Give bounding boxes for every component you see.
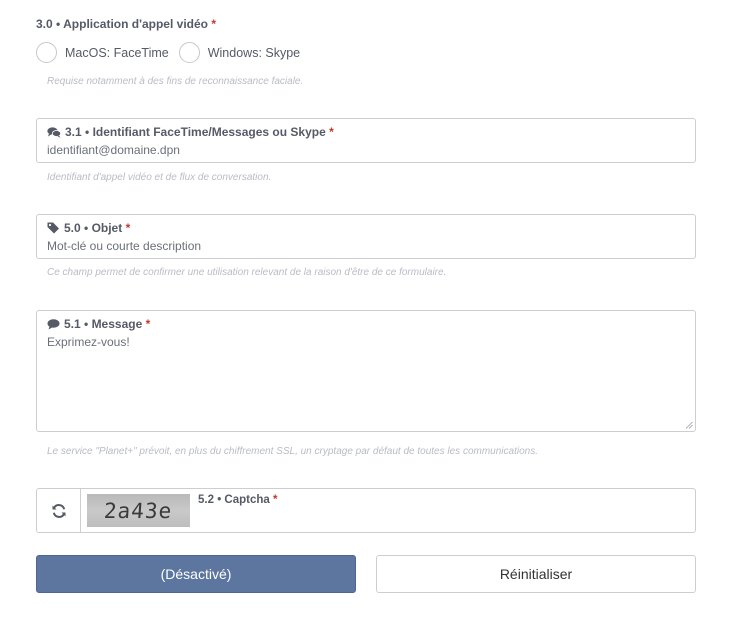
radio-skype-circle[interactable]: [178, 42, 200, 63]
identifier-label: 3.1 • Identifiant FaceTime/Messages ou S…: [47, 125, 334, 139]
video-app-help: Requise notamment à des fins de reconnai…: [47, 76, 304, 87]
message-label: 5.1 • Message *: [47, 317, 150, 331]
radio-facetime-label[interactable]: MacOS: FaceTime: [65, 46, 169, 60]
required-mark: *: [211, 17, 217, 31]
comment-icon: [47, 318, 60, 329]
identifier-help: Identifiant d'appel vidéo et de flux de …: [47, 172, 272, 183]
radio-facetime[interactable]: MacOS: FaceTime: [36, 42, 169, 63]
required-mark: *: [329, 125, 334, 139]
subject-label-text: Objet: [91, 221, 123, 235]
captcha-label: 5.2 • Captcha *: [198, 494, 278, 506]
identifier-label-text: Identifiant FaceTime/Messages ou Skype: [92, 125, 326, 139]
message-number: 5.1: [64, 317, 81, 331]
identifier-input[interactable]: identifiant@domaine.dpn: [47, 143, 180, 157]
radio-facetime-circle[interactable]: [36, 42, 57, 63]
subject-field[interactable]: 5.0 • Objet * Mot-clé ou courte descript…: [36, 214, 696, 259]
required-mark: *: [273, 494, 278, 506]
message-field[interactable]: 5.1 • Message * Exprimez-vous!: [36, 310, 696, 432]
captcha-image: 2a43e: [87, 494, 190, 527]
message-help: Le service "Planet+" prévoit, en plus du…: [47, 446, 538, 457]
subject-input[interactable]: Mot-clé ou courte description: [47, 239, 201, 253]
tag-icon: [47, 222, 59, 234]
required-mark: *: [125, 221, 131, 235]
radio-skype-label[interactable]: Windows: Skype: [208, 46, 300, 60]
required-mark: *: [145, 317, 151, 331]
reset-button[interactable]: Réinitialiser: [376, 555, 696, 593]
video-app-label: 3.0 • Application d'appel vidéo *: [36, 17, 217, 31]
subject-number: 5.0: [64, 221, 81, 235]
resize-grip-icon[interactable]: [685, 421, 693, 429]
subject-label: 5.0 • Objet *: [47, 221, 130, 235]
message-textarea[interactable]: Exprimez-vous!: [47, 335, 130, 349]
submit-button[interactable]: (Désactivé): [36, 555, 356, 593]
video-app-options: MacOS: FaceTime Windows: Skype: [36, 42, 310, 63]
captcha-number: 5.2: [198, 494, 214, 506]
captcha-label-text: Captcha: [224, 494, 270, 506]
comments-icon: [47, 126, 61, 138]
subject-help: Ce champ permet de confirmer une utilisa…: [47, 267, 447, 278]
video-app-label-text: Application d'appel vidéo: [63, 17, 208, 31]
captcha-field: 2a43e 5.2 • Captcha *: [36, 488, 696, 533]
captcha-code: 2a43e: [103, 498, 174, 523]
identifier-field[interactable]: 3.1 • Identifiant FaceTime/Messages ou S…: [36, 118, 696, 163]
radio-skype[interactable]: Windows: Skype: [178, 42, 300, 63]
identifier-number: 3.1: [65, 125, 82, 139]
video-app-number: 3.0: [36, 17, 53, 31]
refresh-icon[interactable]: [51, 503, 67, 519]
captcha-refresh-button[interactable]: [37, 489, 81, 532]
message-label-text: Message: [91, 317, 143, 331]
